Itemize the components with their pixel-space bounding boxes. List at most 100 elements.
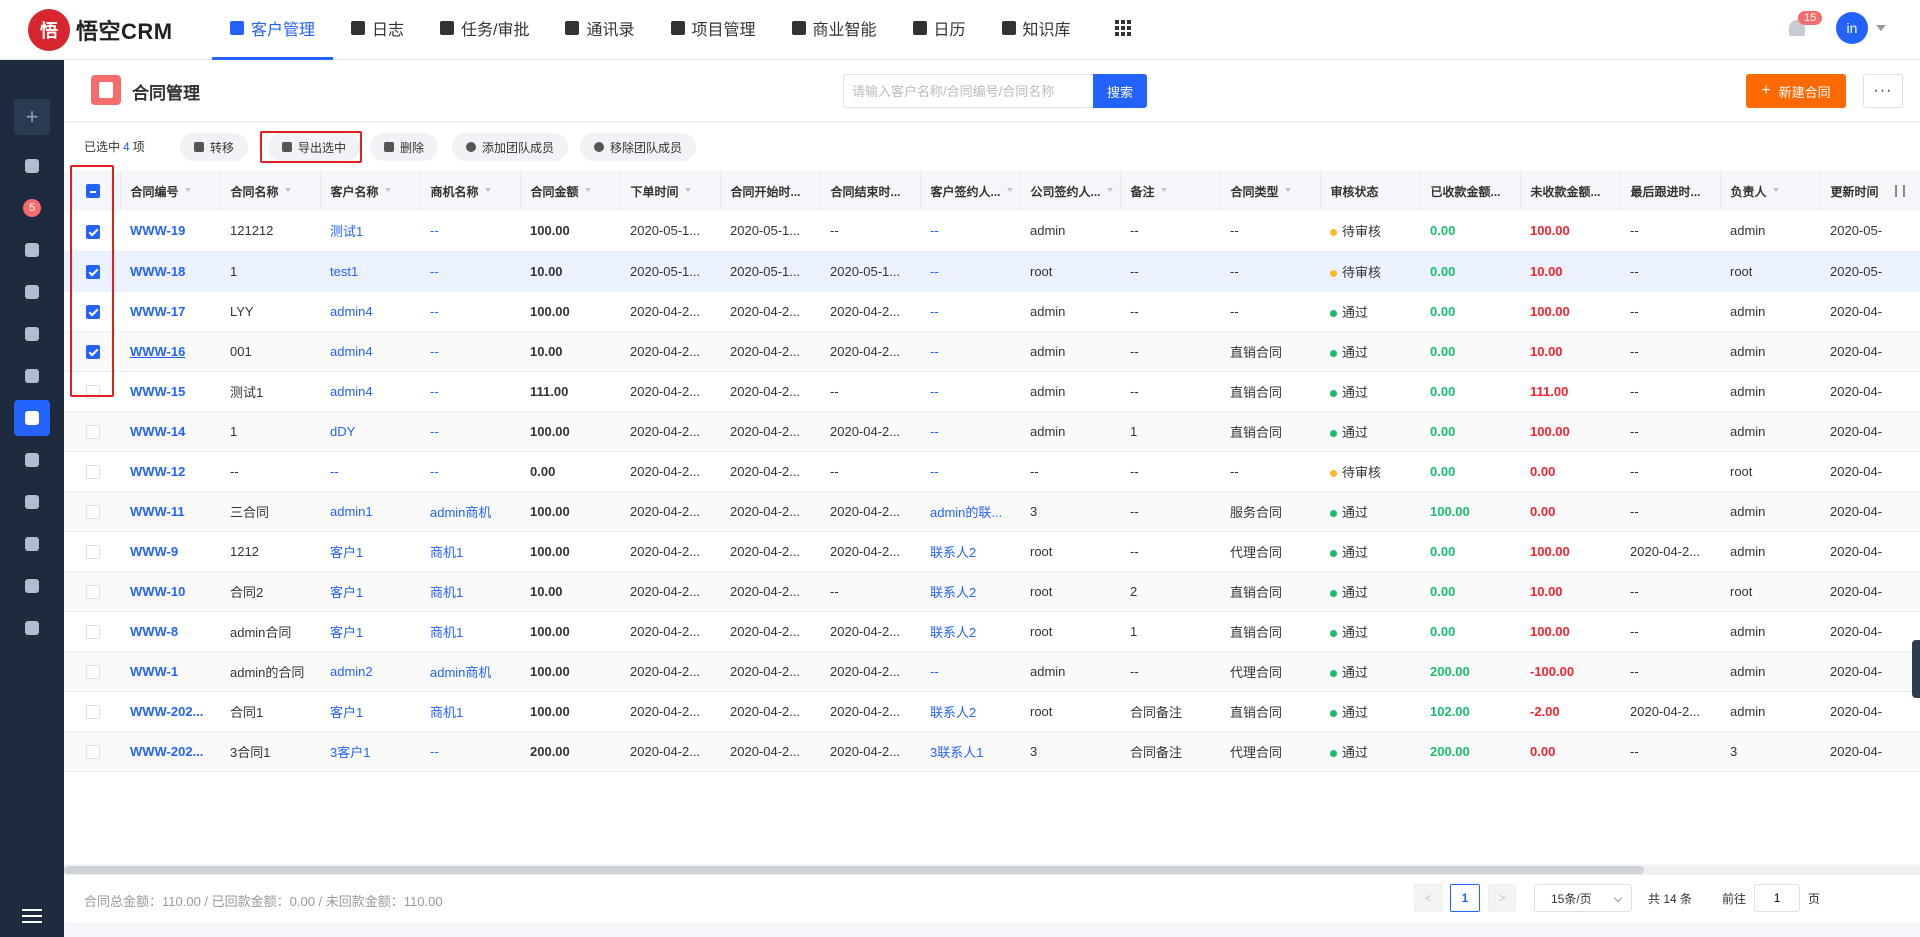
row-select-cell[interactable] — [64, 651, 120, 692]
sort-icon[interactable] — [584, 188, 591, 196]
cell-customer[interactable]: 客户1 — [320, 691, 420, 732]
row-checkbox[interactable] — [86, 744, 100, 759]
sort-icon[interactable] — [1772, 188, 1779, 196]
table-row[interactable]: WWW-12 -- -- -- 0.00 2020-04-2... 2020-04-2...… — [64, 451, 1920, 492]
sidebar-item-contracts[interactable] — [0, 397, 64, 439]
page-size-select[interactable]: 15条/页 — [1534, 884, 1632, 912]
cell-customer-text[interactable]: 客户1 — [330, 545, 363, 560]
search-button[interactable]: 搜索 — [1093, 74, 1147, 108]
cell-opportunity[interactable]: 商机1 — [420, 571, 520, 612]
cell-opportunity-text[interactable]: -- — [430, 384, 439, 399]
sort-icon[interactable] — [1284, 188, 1291, 196]
delete-button[interactable]: 删除 — [370, 133, 439, 161]
cell-opportunity[interactable]: -- — [420, 451, 520, 492]
cell-cust-signer-text[interactable]: 联系人2 — [930, 705, 976, 720]
prev-page-button[interactable]: < — [1414, 884, 1442, 912]
sort-icon[interactable] — [1160, 188, 1167, 196]
row-checkbox[interactable] — [86, 544, 100, 559]
cell-code[interactable]: WWW-17 — [120, 291, 220, 332]
cell-cust-signer[interactable]: 联系人2 — [920, 611, 1020, 652]
more-actions-button[interactable]: ··· — [1863, 74, 1903, 108]
cell-opportunity[interactable]: 商机1 — [420, 611, 520, 652]
cell-customer[interactable]: 3客户1 — [320, 731, 420, 772]
cell-cust-signer[interactable]: -- — [920, 211, 1020, 252]
collapse-menu-icon[interactable] — [22, 909, 42, 923]
cell-cust-signer[interactable]: -- — [920, 371, 1020, 412]
table-row[interactable]: WWW-11 三合同 admin1 admin商机 100.00 2020-04-2...… — [64, 491, 1920, 532]
cell-opportunity[interactable]: admin商机 — [420, 651, 520, 692]
sidebar-item-opportunities[interactable] — [0, 355, 64, 397]
table-row[interactable]: WWW-10 合同2 客户1 商机1 10.00 2020-04-2... 2020-04-… — [64, 571, 1920, 612]
table-row[interactable]: WWW-17 LYY admin4 -- 100.00 2020-04-2... 2020-… — [64, 291, 1920, 332]
cell-opportunity-text[interactable]: -- — [430, 344, 439, 359]
remove-team-member-button[interactable]: 移除团队成员 — [580, 133, 697, 161]
column-header[interactable]: 商机名称 — [420, 171, 521, 211]
cell-code-text[interactable]: WWW-16 — [130, 344, 185, 359]
cell-cust-signer-text[interactable]: -- — [930, 304, 939, 319]
row-select-cell[interactable] — [64, 611, 120, 652]
cell-cust-signer[interactable]: -- — [920, 331, 1020, 372]
cell-customer[interactable]: -- — [320, 451, 420, 492]
cell-customer-text[interactable]: 客户1 — [330, 625, 363, 640]
table-row[interactable]: WWW-202... 3合同1 3客户1 -- 200.00 2020-04-2... 20… — [64, 731, 1920, 772]
sidebar-item-contacts[interactable] — [0, 313, 64, 355]
sidebar-item-seas[interactable] — [0, 523, 64, 565]
cell-cust-signer-text[interactable]: 联系人2 — [930, 625, 976, 640]
cell-code[interactable]: WWW-15 — [120, 371, 220, 412]
cell-cust-signer-text[interactable]: -- — [930, 223, 939, 238]
cell-opportunity[interactable]: 商机1 — [420, 691, 520, 732]
cell-cust-signer-text[interactable]: -- — [930, 344, 939, 359]
cell-code[interactable]: WWW-14 — [120, 411, 220, 452]
column-header[interactable]: 客户签约人... — [920, 171, 1021, 211]
column-header[interactable]: 合同名称 — [220, 171, 321, 211]
cell-code-text[interactable]: WWW-202... — [130, 744, 203, 759]
cell-opportunity-text[interactable]: -- — [430, 744, 439, 759]
row-checkbox[interactable] — [86, 464, 100, 479]
transfer-button[interactable]: 转移 — [180, 133, 249, 161]
cell-customer[interactable]: test1 — [320, 251, 420, 292]
cell-opportunity[interactable]: 商机1 — [420, 531, 520, 572]
sidebar-item-leads[interactable] — [0, 229, 64, 271]
sort-icon[interactable] — [1006, 188, 1013, 196]
cell-code[interactable]: WWW-16 — [120, 331, 220, 372]
cell-opportunity-text[interactable]: -- — [430, 464, 439, 479]
cell-code[interactable]: WWW-11 — [120, 491, 220, 532]
cell-code-text[interactable]: WWW-18 — [130, 264, 185, 279]
sidebar-item-products[interactable] — [0, 565, 64, 607]
cell-code[interactable]: WWW-19 — [120, 211, 220, 252]
cell-customer-text[interactable]: admin2 — [330, 664, 373, 679]
cell-code[interactable]: WWW-12 — [120, 451, 220, 492]
row-checkbox[interactable] — [86, 584, 100, 599]
cell-cust-signer-text[interactable]: 联系人2 — [930, 585, 976, 600]
cell-code[interactable]: WWW-18 — [120, 251, 220, 292]
cell-code[interactable]: WWW-8 — [120, 611, 220, 652]
cell-code-text[interactable]: WWW-12 — [130, 464, 185, 479]
add-team-member-button[interactable]: 添加团队成员 — [452, 133, 569, 161]
column-header[interactable]: 审核状态 — [1320, 171, 1421, 211]
sidebar-item-receivables[interactable] — [0, 439, 64, 481]
row-checkbox[interactable] — [86, 424, 100, 439]
cell-customer[interactable]: dDY — [320, 411, 420, 452]
column-header[interactable]: 合同编号 — [120, 171, 221, 211]
cell-opportunity[interactable]: -- — [420, 211, 520, 252]
nav-calendar[interactable]: 日历 — [895, 0, 984, 60]
column-header[interactable]: 已收款金额... — [1420, 171, 1521, 211]
cell-cust-signer-text[interactable]: -- — [930, 384, 939, 399]
cell-opportunity-text[interactable]: admin商机 — [430, 505, 491, 520]
cell-customer[interactable]: admin4 — [320, 331, 420, 372]
cell-customer[interactable]: admin4 — [320, 291, 420, 332]
cell-code-text[interactable]: WWW-19 — [130, 223, 185, 238]
cell-customer[interactable]: admin4 — [320, 371, 420, 412]
cell-cust-signer[interactable]: 联系人2 — [920, 531, 1020, 572]
nav-more-apps[interactable] — [1089, 0, 1149, 60]
nav-log[interactable]: 日志 — [333, 0, 422, 60]
cell-opportunity-text[interactable]: -- — [430, 304, 439, 319]
column-header[interactable]: 合同结束时... — [820, 171, 921, 211]
cell-cust-signer[interactable]: 联系人2 — [920, 571, 1020, 612]
nav-customer-management[interactable]: 客户管理 — [212, 0, 334, 60]
cell-customer[interactable]: admin2 — [320, 651, 420, 692]
row-checkbox[interactable] — [86, 624, 100, 639]
sort-icon[interactable] — [684, 188, 691, 196]
sidebar-item-invoices[interactable] — [0, 481, 64, 523]
row-checkbox[interactable] — [86, 664, 100, 679]
